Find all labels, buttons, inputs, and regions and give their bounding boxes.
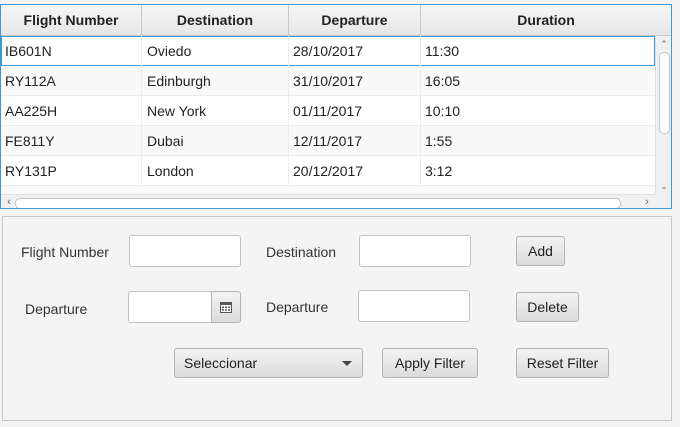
departure-input[interactable] — [358, 290, 470, 322]
vertical-scrollbar[interactable]: ⌃ ⌄ — [655, 36, 671, 194]
cell-flight-number: IB601N — [1, 36, 142, 66]
flight-form-panel: Flight Number Destination Add Departure … — [2, 216, 672, 421]
column-header-flight-number[interactable]: Flight Number — [1, 5, 142, 35]
cell-destination: London — [142, 156, 289, 186]
filter-select[interactable]: Seleccionar — [174, 348, 363, 378]
cell-flight-number: RY112A — [1, 66, 142, 96]
flights-table[interactable]: Flight Number Destination Departure Dura… — [0, 4, 672, 209]
departure-label: Departure — [266, 299, 329, 315]
delete-button[interactable]: Delete — [516, 292, 579, 322]
cell-duration: 3:12 — [425, 163, 453, 179]
add-button[interactable]: Add — [516, 236, 565, 266]
destination-input[interactable] — [359, 235, 471, 267]
table-row — [1, 186, 655, 194]
filter-select-value: Seleccionar — [184, 355, 258, 371]
caret-down-icon — [342, 361, 352, 366]
cell-destination: Oviedo — [142, 36, 289, 66]
scrollbar-corner — [655, 194, 671, 208]
destination-label: Destination — [266, 244, 337, 260]
cell-departure: 01/11/2017 — [289, 96, 421, 126]
cell-flight-number: FE811Y — [1, 126, 142, 156]
cell-departure: 20/12/2017 — [289, 156, 421, 186]
chevron-up-icon[interactable]: ⌃ — [656, 38, 671, 50]
table-row[interactable]: RY112A Edinburgh 31/10/2017 16:05 — [1, 66, 655, 96]
flight-number-input[interactable] — [129, 235, 241, 267]
cell-duration: 1:55 — [425, 133, 453, 149]
cell-destination: Dubai — [142, 126, 289, 156]
reset-filter-button[interactable]: Reset Filter — [516, 348, 609, 378]
calendar-icon — [220, 302, 232, 313]
column-header-departure[interactable]: Departure — [289, 5, 421, 35]
cell-destination: New York — [142, 96, 289, 126]
cell-departure: 28/10/2017 — [289, 36, 421, 66]
vertical-scroll-thumb[interactable] — [659, 52, 670, 134]
horizontal-scroll-thumb[interactable] — [15, 198, 621, 208]
apply-filter-button[interactable]: Apply Filter — [382, 348, 478, 378]
table-body: IB601N Oviedo 28/10/2017 11:30 RY112A Ed… — [1, 36, 655, 194]
table-row[interactable]: FE811Y Dubai 12/11/2017 1:55 — [1, 126, 655, 156]
cell-departure: 12/11/2017 — [289, 126, 421, 156]
cell-flight-number: RY131P — [1, 156, 142, 186]
cell-destination: Edinburgh — [142, 66, 289, 96]
chevron-right-icon[interactable]: › — [639, 196, 655, 208]
date-picker-button[interactable] — [211, 291, 241, 323]
table-row[interactable]: RY131P London 20/12/2017 3:12 — [1, 156, 655, 186]
flight-number-label: Flight Number — [21, 244, 109, 260]
chevron-down-icon[interactable]: ⌄ — [656, 180, 671, 192]
cell-flight-number: AA225H — [1, 96, 142, 126]
departure-date-input[interactable] — [128, 291, 212, 323]
column-header-duration[interactable]: Duration — [421, 5, 671, 35]
cell-duration: 11:30 — [425, 43, 459, 59]
cell-duration: 10:10 — [425, 103, 461, 119]
horizontal-scrollbar[interactable]: ‹ › — [1, 194, 655, 208]
table-row[interactable]: AA225H New York 01/11/2017 10:10 — [1, 96, 655, 126]
cell-departure: 31/10/2017 — [289, 66, 421, 96]
departure-date-label: Departure — [25, 301, 88, 317]
column-header-destination[interactable]: Destination — [142, 5, 289, 35]
table-row[interactable]: IB601N Oviedo 28/10/2017 11:30 — [1, 36, 655, 66]
table-header: Flight Number Destination Departure Dura… — [1, 5, 671, 36]
cell-duration: 16:05 — [425, 73, 461, 89]
